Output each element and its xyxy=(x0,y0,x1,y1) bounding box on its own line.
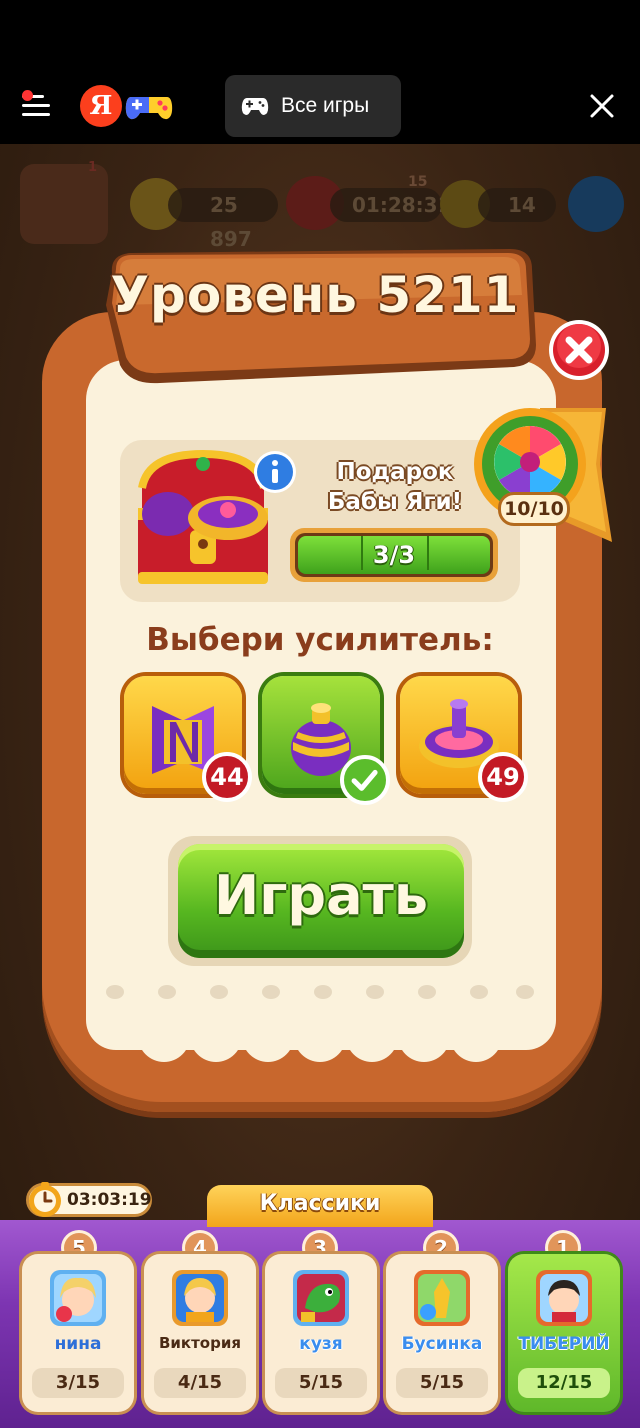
player-name: ТИБЕРИЙ xyxy=(518,1334,610,1354)
paper-stitch xyxy=(158,985,176,999)
gift-progress-bar: 3/3 xyxy=(290,528,498,582)
player-score: 4/15 xyxy=(154,1368,246,1398)
avatar xyxy=(50,1270,106,1326)
all-games-button[interactable]: Все игры xyxy=(225,75,401,137)
player-score: 5/15 xyxy=(396,1368,488,1398)
choose-booster-title: Выбери усилитель: xyxy=(146,622,494,658)
player-card[interactable]: кузя 5/15 xyxy=(265,1254,377,1412)
player-card[interactable]: нина 3/15 xyxy=(22,1254,134,1412)
player-score: 12/15 xyxy=(518,1368,610,1398)
player-name: Виктория xyxy=(158,1334,241,1352)
gift-title: Подарок Бабы Яги! xyxy=(327,459,463,515)
yandex-logo[interactable]: Я xyxy=(80,85,122,127)
paper-stitch xyxy=(262,985,280,999)
paper-scallop xyxy=(190,1010,242,1062)
avatar xyxy=(536,1270,592,1326)
hud-coins: 25 897 xyxy=(168,188,278,251)
paper-stitch xyxy=(106,985,124,999)
paper-scallop xyxy=(450,1010,502,1062)
info-icon[interactable] xyxy=(253,450,297,494)
menu-icon[interactable] xyxy=(22,90,56,120)
avatar xyxy=(172,1270,228,1326)
hud-stars: 14 xyxy=(478,188,556,222)
booster-hammer-count: 44 xyxy=(202,752,252,802)
player-card[interactable]: ТИБЕРИЙ 12/15 xyxy=(508,1254,620,1412)
booster-spinner-count: 49 xyxy=(478,752,528,802)
browser-top-bar: Я Все игры xyxy=(0,0,640,144)
selected-check-icon xyxy=(340,755,390,805)
wheel-counter: 10/10 xyxy=(498,492,570,526)
paper-scallop xyxy=(242,1010,294,1062)
fortune-wheel-icon[interactable] xyxy=(470,404,612,548)
paper-scallop xyxy=(294,1010,346,1062)
close-icon[interactable] xyxy=(588,92,616,120)
gamepad-icon xyxy=(241,98,269,115)
mail-badge: 1 xyxy=(88,160,98,175)
level-title: Уровень 5211 xyxy=(110,266,520,324)
player-card[interactable]: Бусинка 5/15 xyxy=(386,1254,498,1412)
avatar xyxy=(293,1270,349,1326)
paper-stitch xyxy=(516,985,534,999)
player-score: 3/15 xyxy=(32,1368,124,1398)
play-button-label: Играть xyxy=(214,864,428,927)
settings-gear-icon[interactable] xyxy=(568,176,624,232)
player-name: Бусинка xyxy=(401,1334,483,1354)
paper-scallop xyxy=(398,1010,450,1062)
notification-dot-icon xyxy=(22,90,33,101)
close-dialog-button[interactable] xyxy=(547,318,611,382)
gift-progress-label: 3/3 xyxy=(372,541,416,569)
mail-icon[interactable] xyxy=(20,164,108,244)
paper-stitch xyxy=(366,985,384,999)
paper-stitch xyxy=(470,985,488,999)
player-score: 5/15 xyxy=(275,1368,367,1398)
player-name: кузя xyxy=(299,1334,343,1354)
play-button[interactable]: Играть xyxy=(178,844,464,958)
player-card[interactable]: Виктория 4/15 xyxy=(144,1254,256,1412)
yandex-games-logo-icon[interactable] xyxy=(123,83,175,127)
stopwatch-icon xyxy=(29,1182,61,1217)
paper-stitch xyxy=(314,985,332,999)
paper-scallop xyxy=(138,1010,190,1062)
hud-hearts-timer: 01:28:31 xyxy=(330,188,452,222)
player-name: нина xyxy=(54,1334,102,1354)
tab-classics[interactable]: Классики xyxy=(207,1185,433,1227)
all-games-label: Все игры xyxy=(281,94,370,117)
paper-stitch xyxy=(418,985,436,999)
avatar xyxy=(414,1270,470,1326)
paper-scallop xyxy=(346,1010,398,1062)
paper-stitch xyxy=(210,985,228,999)
